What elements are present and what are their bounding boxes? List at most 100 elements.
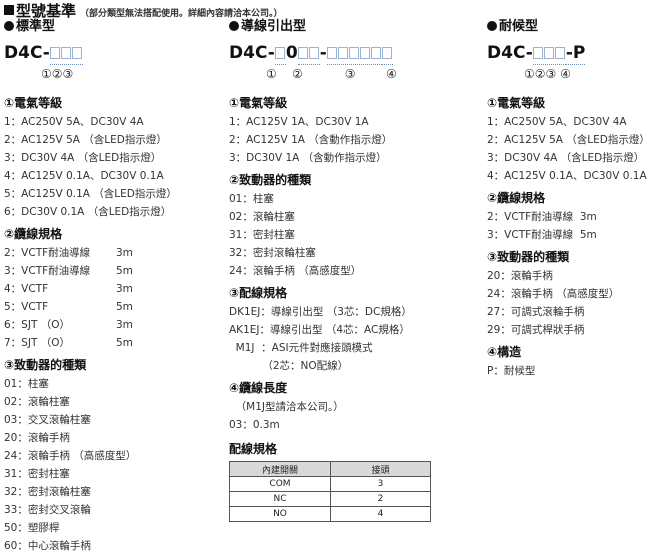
list-item: 7：SJT （O） 5m xyxy=(4,334,224,352)
cable-type: 7：SJT （O） xyxy=(4,337,70,349)
list-item: 2：VCTF耐油導線 3m xyxy=(487,211,597,223)
list-item: 5：VCTF 5m xyxy=(4,298,224,316)
placeholder-box xyxy=(49,47,60,59)
table-cell: NC xyxy=(229,491,331,507)
list-item: （2芯：NO配線） xyxy=(229,360,349,372)
bullet-icon xyxy=(4,21,14,31)
type-heading: 耐候型 xyxy=(487,18,647,36)
placeholder-box xyxy=(381,47,392,59)
table-cell: COM xyxy=(229,476,331,492)
bullet-icon xyxy=(487,21,497,31)
placeholder-box xyxy=(532,47,543,59)
model-placeholders xyxy=(326,43,382,65)
list-item: 1：AC250V 5A、DC30V 4A xyxy=(4,116,144,128)
model-code: D4C- xyxy=(4,40,224,66)
model-dash: - xyxy=(319,43,327,63)
list-item: 31：密封柱塞 xyxy=(229,229,295,241)
list-item: 3：DC30V 1A （含動作指示燈） xyxy=(229,152,387,164)
lead-out-type-column: 導線引出型 D4C- 0 - ① ② ③ ④ ①電氣等級 1：AC125V 1A、D… xyxy=(229,18,479,522)
table-header-cell: 接頭 xyxy=(330,461,431,477)
placeholder-box xyxy=(60,47,71,59)
standard-type-column: 標準型 D4C- ①②③ ①電氣等級 1：AC250V 5A、DC30V 4A … xyxy=(4,18,224,555)
list-item: 20：滾輪手柄 xyxy=(4,432,70,444)
model-suffix: -P xyxy=(565,43,586,65)
type-name: 耐候型 xyxy=(499,19,539,34)
section-heading: ①電氣等級 xyxy=(487,96,546,110)
section-heading: ③配線規格 xyxy=(229,286,288,300)
table-cell: 2 xyxy=(330,491,431,507)
model-prefix: D4C- xyxy=(487,43,533,63)
list-item: 4：AC125V 0.1A、DC30V 0.1A xyxy=(487,170,647,182)
placeholder-box xyxy=(297,47,308,59)
cable-type: 6：SJT （O） xyxy=(4,319,70,331)
model-placeholders xyxy=(532,43,566,65)
cable-type: 5：VCTF xyxy=(4,301,49,313)
section-heading: ②纜線規格 xyxy=(487,191,546,205)
section-heading: ③致動器的種類 xyxy=(487,250,570,264)
list-item: 6：SJT （O） 3m xyxy=(4,316,224,334)
model-placeholders xyxy=(274,43,286,65)
section-heading: ①電氣等級 xyxy=(4,96,63,110)
list-item: 3：VCTF耐油導線 5m xyxy=(4,262,224,280)
table-row: NC 2 xyxy=(229,491,431,507)
placeholder-box xyxy=(308,47,319,59)
list-item: 2：AC125V 5A （含LED指示燈） xyxy=(4,134,167,146)
list-item: 33：密封交叉滾輪 xyxy=(4,504,91,516)
placeholder-box xyxy=(543,47,554,59)
cable-length: 3m xyxy=(116,247,133,259)
section-heading: ②致動器的種類 xyxy=(229,173,312,187)
table-cell: 4 xyxy=(330,506,431,522)
model-code: D4C- -P xyxy=(487,40,647,66)
cable-length: 3m xyxy=(116,283,133,295)
list-item: 1：AC125V 1A、DC30V 1A xyxy=(229,116,369,128)
cable-length: 5m xyxy=(116,265,133,277)
cable-type: 2：VCTF耐油導線 xyxy=(4,247,91,259)
type-name: 導線引出型 xyxy=(241,19,307,34)
list-item: 3：DC30V 4A （含LED指示燈） xyxy=(487,152,645,164)
list-item: 27：可調式滾輪手柄 xyxy=(487,306,585,318)
placeholder-box xyxy=(554,47,565,59)
list-item: 24：滾輪手柄 （高感度型） xyxy=(229,265,362,277)
model-prefix: D4C- xyxy=(229,43,275,63)
weather-resistant-type-column: 耐候型 D4C- -P ①②③ ④ ①電氣等級 1：AC250V 5A、DC30V… xyxy=(487,18,650,380)
type-heading: 導線引出型 xyxy=(229,18,479,36)
placeholder-box xyxy=(337,47,348,59)
list-item: 03：交叉滾輪柱塞 xyxy=(4,414,91,426)
list-item: 3：VCTF耐油導線 5m xyxy=(487,229,597,241)
model-placeholders xyxy=(297,43,320,65)
list-item: 24：滾輪手柄 （高感度型） xyxy=(487,288,620,300)
table-row: COM 3 xyxy=(229,476,431,492)
placeholder-box xyxy=(348,47,359,59)
section-heading: ④纜線長度 xyxy=(229,381,288,395)
model-placeholders xyxy=(381,43,393,65)
list-item: 2：VCTF耐油導線 3m xyxy=(4,244,224,262)
position-markers: ①②③ ④ xyxy=(524,67,571,81)
list-item: 01：柱塞 xyxy=(4,378,49,390)
list-item: 4：VCTF 3m xyxy=(4,280,224,298)
list-item: 29：可調式桿狀手柄 xyxy=(487,324,585,336)
list-item: 6：DC30V 0.1A （含LED指示燈） xyxy=(4,206,172,218)
list-item: 02：滾輪柱塞 xyxy=(229,211,295,223)
table-cell: 3 xyxy=(330,476,431,492)
list-item: 02：滾輪柱塞 xyxy=(4,396,70,408)
type-heading: 標準型 xyxy=(4,18,224,36)
cable-length: 3m xyxy=(116,319,133,331)
list-item: （M1J型請洽本公司。） xyxy=(229,401,344,413)
model-prefix: D4C- xyxy=(4,43,50,63)
list-item: 1：AC250V 5A、DC30V 4A xyxy=(487,116,627,128)
list-item: 31：密封柱塞 xyxy=(4,468,70,480)
placeholder-box xyxy=(71,47,82,59)
model-placeholders xyxy=(49,43,83,65)
list-item: 32：密封滾輪柱塞 xyxy=(4,486,91,498)
position-markers: ① ② ③ ④ xyxy=(266,67,397,81)
list-item: 01：柱塞 xyxy=(229,193,274,205)
cable-type: 4：VCTF xyxy=(4,283,49,295)
type-name: 標準型 xyxy=(16,19,56,34)
list-item: 03：0.3m xyxy=(229,419,280,431)
list-item: 24：滾輪手柄 （高感度型） xyxy=(4,450,137,462)
list-item: 50：塑膠桿 xyxy=(4,522,60,534)
model-fixed-digit: 0 xyxy=(285,43,298,63)
cable-length: 5m xyxy=(116,301,133,313)
section-heading: ④構造 xyxy=(487,345,522,359)
placeholder-box xyxy=(274,47,285,59)
